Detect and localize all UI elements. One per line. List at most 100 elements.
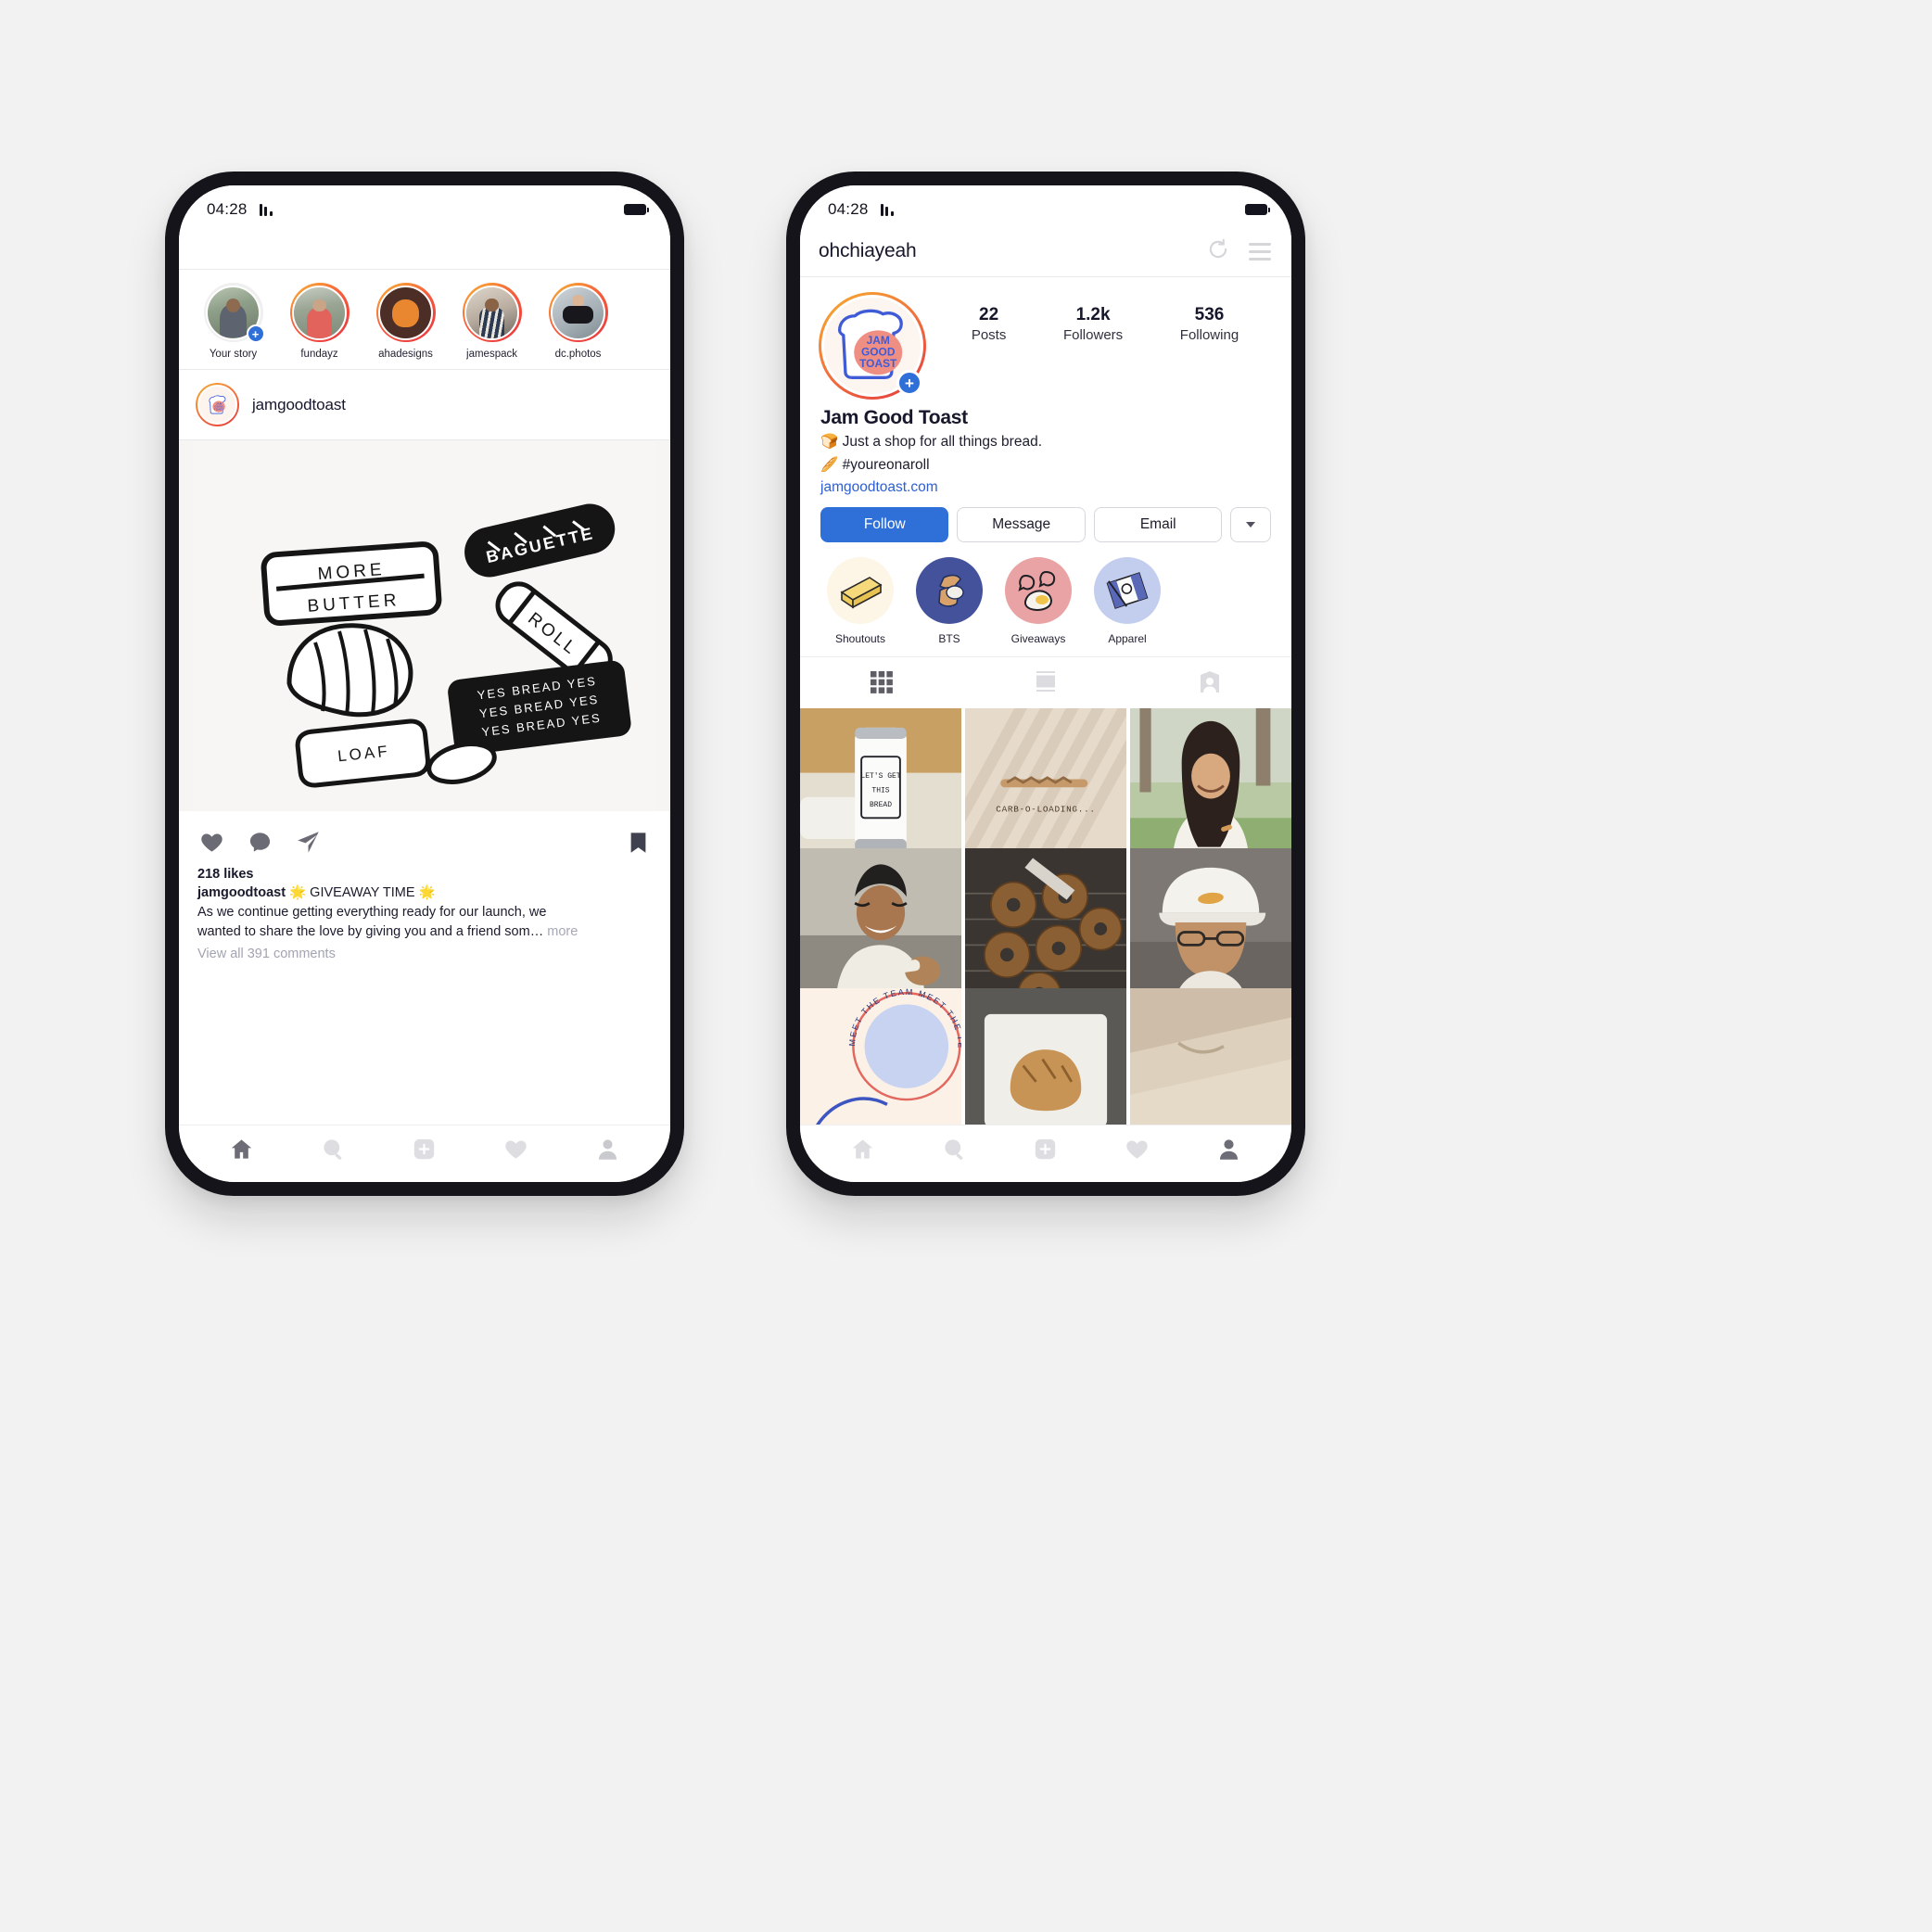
svg-text:TOAST: TOAST [859, 357, 897, 370]
man-reaching-photo [800, 847, 961, 1010]
message-button[interactable]: Message [957, 506, 1086, 542]
grid-tab[interactable] [800, 657, 964, 708]
hamburger-menu-icon[interactable] [1249, 242, 1271, 261]
bread-sticker-illustration: BAGUETTE MORE BUTTER ROLL YES BREAD YES … [193, 440, 656, 811]
jam-good-toast-logo-icon: JAM GOOD TOAST [209, 395, 226, 414]
woman-white-tee-photo [1130, 707, 1291, 870]
home-icon[interactable] [850, 1137, 875, 1162]
highlight-cover [916, 556, 983, 624]
tshirt-tag-icon [1106, 571, 1149, 609]
story-ring [289, 283, 350, 342]
caption-headline: 🌟 GIVEAWAY TIME 🌟 [289, 885, 436, 900]
tshirt-photo: CARB-O-LOADING... [965, 707, 1126, 870]
profile-avatar-wrap[interactable]: JAM GOOD TOAST + [819, 292, 926, 400]
grid-cell[interactable]: MEET THE TEAM MEET THE TEAM [800, 987, 961, 1125]
home-icon[interactable] [229, 1137, 254, 1162]
story-item-jamespack[interactable]: jamespack [449, 283, 535, 360]
folded-tee-photo [1130, 987, 1291, 1125]
story-item-your-story[interactable]: + Your story [190, 283, 276, 360]
story-item-ahadesigns[interactable]: ahadesigns [362, 283, 449, 360]
story-label: jamespack [466, 349, 517, 360]
story-ring [462, 283, 522, 342]
add-story-icon[interactable]: + [896, 370, 922, 396]
feed-top-bar [179, 226, 670, 269]
post-author-username[interactable]: jamgoodtoast [252, 396, 346, 414]
grid-cell[interactable]: CARB-O-LOADING... [965, 707, 1126, 870]
follow-button[interactable]: Follow [820, 506, 949, 542]
highlight-label: BTS [938, 631, 960, 645]
feed-tab[interactable] [964, 657, 1128, 708]
signal-bars-icon [880, 203, 894, 216]
story-label: fundayz [300, 349, 338, 360]
add-post-icon[interactable] [1033, 1137, 1058, 1162]
profile-website-link[interactable]: jamgoodtoast.com [820, 477, 1271, 498]
grid-icon [871, 671, 894, 694]
profile-action-buttons: Follow Message Email [800, 497, 1291, 542]
svg-text:TOAST: TOAST [214, 407, 223, 411]
email-button[interactable]: Email [1093, 506, 1223, 542]
profile-display-name: Jam Good Toast [820, 407, 968, 428]
story-avatar [378, 285, 433, 340]
caption-more-link[interactable]: more [547, 924, 578, 939]
search-icon[interactable] [321, 1137, 346, 1162]
grid-cell[interactable] [1130, 987, 1291, 1125]
profile-icon[interactable] [1216, 1137, 1241, 1162]
tagged-tab[interactable] [1127, 657, 1291, 708]
heart-icon[interactable] [197, 828, 225, 856]
stat-label: Following [1179, 327, 1239, 343]
story-highlights: Shoutouts BTS Giveaways Apparel [800, 541, 1291, 656]
heart-icon[interactable] [1125, 1137, 1150, 1162]
battery-icon [1245, 204, 1270, 215]
post-image[interactable]: BAGUETTE MORE BUTTER ROLL YES BREAD YES … [179, 440, 670, 811]
stat-posts[interactable]: 22 Posts [972, 305, 1007, 343]
profile-handle: ohchiayeah [819, 240, 917, 261]
stories-tray[interactable]: + Your story fundayz ahadesigns jamespac… [179, 270, 670, 369]
post-action-bar [179, 811, 670, 865]
profile-post-grid: LET'S GET THIS BREAD CARB-O-LOADING... M… [800, 707, 1291, 1125]
more-options-button[interactable] [1230, 506, 1271, 542]
highlight-apparel[interactable]: Apparel [1087, 556, 1167, 645]
caption-headline-row: jamgoodtoast 🌟 GIVEAWAY TIME 🌟 [197, 883, 652, 903]
grid-cell[interactable] [1130, 847, 1291, 1010]
story-ring [548, 283, 608, 342]
stat-followers[interactable]: 1.2k Followers [1063, 305, 1123, 343]
list-view-icon [1036, 671, 1055, 693]
comment-icon[interactable] [246, 828, 273, 856]
team-badge-photo: MEET THE TEAM MEET THE TEAM [800, 987, 961, 1125]
bookmark-icon[interactable] [624, 828, 652, 856]
tagged-person-icon [1200, 671, 1219, 693]
grid-cell[interactable] [800, 847, 961, 1010]
add-story-icon[interactable]: + [246, 324, 265, 343]
svg-text:LET'S GET: LET'S GET [860, 772, 900, 781]
profile-icon[interactable] [595, 1137, 620, 1162]
grid-cell[interactable] [965, 847, 1126, 1010]
share-icon[interactable] [294, 828, 322, 856]
add-post-icon[interactable] [412, 1137, 437, 1162]
bread-marble-photo [965, 987, 1126, 1125]
post-header[interactable]: JAM GOOD TOAST jamgoodtoast [179, 370, 670, 439]
search-icon[interactable] [942, 1137, 967, 1162]
highlight-cover [827, 556, 894, 624]
highlight-shoutouts[interactable]: Shoutouts [820, 556, 900, 645]
bottom-nav-feed [179, 1125, 670, 1182]
view-comments-link[interactable]: View all 391 comments [197, 947, 652, 961]
stat-value: 536 [1194, 305, 1225, 324]
stat-following[interactable]: 536 Following [1180, 305, 1239, 343]
grid-cell[interactable] [965, 987, 1126, 1125]
status-bar-feed: 04:28 [179, 185, 670, 226]
grid-cell[interactable] [1130, 707, 1291, 870]
highlight-bts[interactable]: BTS [909, 556, 989, 645]
heart-icon[interactable] [503, 1137, 528, 1162]
stat-label: Followers [1062, 327, 1124, 343]
refresh-icon[interactable] [1206, 237, 1230, 266]
grid-cell[interactable]: LET'S GET THIS BREAD [800, 707, 961, 870]
profile-bio: Jam Good Toast 🍞 Just a shop for all thi… [800, 400, 1291, 498]
phone-mockup-feed: 04:28 + Your story fundayz ahadesigns ja… [165, 172, 684, 1196]
caption-username[interactable]: jamgoodtoast [197, 885, 286, 900]
highlight-giveaways[interactable]: Giveaways [998, 556, 1078, 645]
story-ring [375, 283, 436, 342]
post-author-avatar[interactable]: JAM GOOD TOAST [196, 383, 239, 426]
chevron-down-icon [1246, 521, 1256, 527]
story-item-dcphotos[interactable]: dc.photos [535, 283, 621, 360]
story-item-fundayz[interactable]: fundayz [276, 283, 362, 360]
